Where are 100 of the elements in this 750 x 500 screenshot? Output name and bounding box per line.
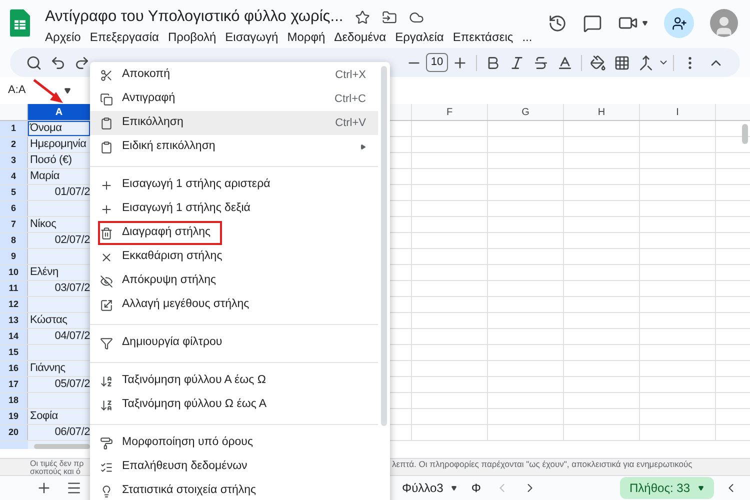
row-header[interactable]: 7: [0, 217, 28, 232]
star-icon[interactable]: [355, 10, 370, 24]
menu-item[interactable]: Επεκτάσεις: [452, 28, 514, 46]
menu-item[interactable]: Αρχείο: [45, 28, 81, 46]
row-header[interactable]: 5: [0, 185, 28, 200]
row-header[interactable]: 8: [0, 233, 28, 248]
table-cell: [28, 393, 90, 408]
menu-item[interactable]: Στατιστικά στοιχεία στήλης: [90, 479, 378, 500]
row-header[interactable]: 13: [0, 313, 28, 328]
table-cell: Ελένη: [28, 265, 90, 280]
copy-icon: [100, 92, 113, 106]
menu-item[interactable]: Απόκρυψη στήλης: [90, 269, 378, 293]
row-header[interactable]: 20: [0, 425, 28, 440]
menu-item[interactable]: Επικόλληση Ctrl+V: [90, 111, 378, 135]
row-header[interactable]: 2: [0, 137, 28, 152]
menu-item[interactable]: Εκκαθάριση στήλης: [90, 245, 378, 269]
row-header[interactable]: 18: [0, 393, 28, 408]
column-header[interactable]: I: [640, 104, 716, 120]
menu-item[interactable]: Μορφοποίηση υπό όρους: [90, 431, 378, 455]
menu-scrollbar[interactable]: [381, 66, 387, 426]
history-icon[interactable]: [548, 14, 567, 32]
caret-icon[interactable]: [642, 20, 648, 26]
undo-icon[interactable]: [50, 54, 66, 70]
table-cell: 03/07/2: [28, 281, 90, 296]
column-header[interactable]: H: [564, 104, 640, 120]
row-header[interactable]: 12: [0, 297, 28, 312]
row-header[interactable]: 3: [0, 153, 28, 168]
menu-item[interactable]: Ταξινόμηση φύλλου Ω έως Α: [90, 393, 378, 417]
menu-item[interactable]: Εργαλεία: [395, 28, 444, 46]
fill-color-icon[interactable]: [590, 54, 606, 70]
document-title[interactable]: Αντίγραφο του Υπολογιστικό φύλλο χωρίς...: [45, 6, 344, 28]
font-size-field[interactable]: 10: [426, 53, 448, 72]
row-header[interactable]: 9: [0, 249, 28, 264]
menu-item[interactable]: Μορφή: [287, 28, 326, 46]
menu-item[interactable]: Ταξινόμηση φύλλου Α έως Ω: [90, 369, 378, 393]
dropdown-icon[interactable]: [64, 87, 71, 94]
sheets-logo-icon[interactable]: [10, 9, 30, 37]
menu-item[interactable]: ...: [522, 28, 532, 46]
table-cell: 06/07/2: [28, 425, 90, 440]
sort-icon: [100, 398, 113, 412]
menu-item[interactable]: Δημιουργία φίλτρου: [90, 331, 378, 355]
resize-icon: [100, 298, 113, 312]
avatar[interactable]: [710, 9, 738, 37]
row-header[interactable]: 11: [0, 281, 28, 296]
trash-icon: [100, 226, 113, 240]
menu-item[interactable]: Αποκοπή Ctrl+X: [90, 63, 378, 87]
menu-item[interactable]: Εισαγωγή 1 στήλης δεξιά: [90, 197, 378, 221]
menu-item[interactable]: Αντιγραφή Ctrl+C: [90, 87, 378, 111]
row-header[interactable]: 16: [0, 361, 28, 376]
add-sheet-icon[interactable]: [36, 480, 52, 496]
text-color-icon[interactable]: [557, 54, 573, 70]
menu-item[interactable]: Δεδομένα: [334, 28, 386, 46]
caret-icon[interactable]: [451, 485, 458, 491]
row-header[interactable]: 14: [0, 329, 28, 344]
increase-icon[interactable]: [452, 54, 468, 70]
column-header[interactable]: F: [412, 104, 488, 120]
clipboard-icon: [100, 140, 113, 154]
table-cell: [28, 201, 90, 216]
search-icon[interactable]: [26, 54, 42, 70]
row-header[interactable]: 19: [0, 409, 28, 424]
cloud-icon[interactable]: [409, 10, 424, 24]
row-header[interactable]: 6: [0, 201, 28, 216]
strikethrough-icon[interactable]: [533, 54, 549, 70]
sheet-list-icon[interactable]: [66, 480, 82, 496]
arrow-annotation: [32, 78, 64, 104]
menu-item[interactable]: Επεξεργασία: [90, 28, 159, 46]
menu-item[interactable]: Προβολή: [168, 28, 216, 46]
column-header[interactable]: A: [28, 104, 90, 120]
menu-item[interactable]: Αλλαγή μεγέθους στήλης: [90, 293, 378, 317]
sheet-tab[interactable]: Φ: [471, 479, 481, 497]
folder-icon[interactable]: [382, 10, 398, 24]
sheet-tab[interactable]: Φύλλο3: [402, 479, 458, 497]
italic-icon[interactable]: [509, 54, 525, 70]
menu-item[interactable]: Επαλήθευση δεδομένων: [90, 455, 378, 479]
merge-icon[interactable]: [638, 54, 654, 70]
menu-item[interactable]: Εισαγωγή 1 στήλης αριστερά: [90, 173, 378, 197]
sort-icon: [100, 374, 113, 388]
share-button[interactable]: [664, 8, 694, 38]
notice-text: λεπτά. Οι πληροφορίες παρέχονται "ως έχουν", αποκλειστικά για ενημερωτικούς: [392, 459, 692, 471]
menu-item[interactable]: Εισαγωγή: [225, 28, 278, 46]
comment-icon[interactable]: [583, 14, 602, 32]
redo-icon[interactable]: [74, 54, 90, 70]
row-header[interactable]: 15: [0, 345, 28, 360]
menu-item[interactable]: Ειδική επικόλληση: [90, 135, 378, 159]
horizontal-scrollbar[interactable]: [34, 444, 90, 449]
name-box[interactable]: A:A: [8, 82, 26, 99]
vertical-scrollbar[interactable]: [742, 124, 748, 144]
table-cell: Μαρία: [28, 169, 90, 184]
row-header[interactable]: 10: [0, 265, 28, 280]
row-header[interactable]: 1: [0, 121, 28, 136]
row-header[interactable]: 17: [0, 377, 28, 392]
table-cell: Κώστας: [28, 313, 90, 328]
summary-chip[interactable]: Πλήθος: 33: [620, 477, 714, 499]
table-cell: [28, 297, 90, 312]
borders-icon[interactable]: [614, 54, 630, 70]
funnel-icon: [100, 336, 113, 350]
row-header[interactable]: 4: [0, 169, 28, 184]
menu-item[interactable]: Διαγραφή στήλης: [90, 221, 378, 245]
checklist-icon: [100, 460, 113, 474]
column-header[interactable]: G: [488, 104, 564, 120]
